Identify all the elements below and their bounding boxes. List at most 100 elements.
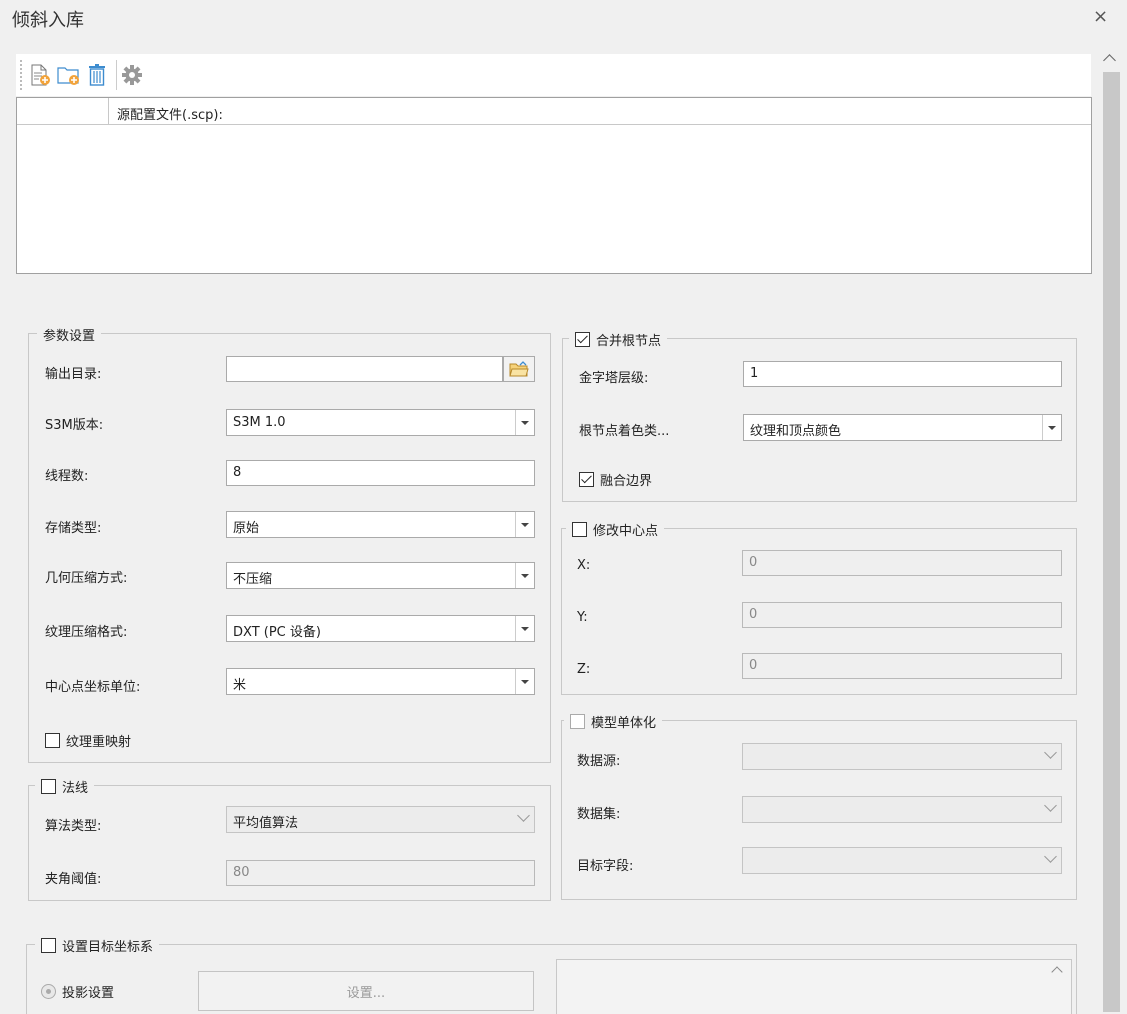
- projection-radio[interactable]: [41, 984, 56, 999]
- chevron-down-icon: [1044, 746, 1057, 759]
- geo-compress-select[interactable]: 不压缩: [226, 562, 535, 589]
- center-unit-select[interactable]: 米: [226, 668, 535, 695]
- add-folder-icon[interactable]: [57, 64, 81, 86]
- storage-type-select[interactable]: 原始: [226, 511, 535, 538]
- normal-group: 法线 算法类型: 平均值算法 夹角阈值: 80: [28, 777, 551, 901]
- chevron-down-icon: [1044, 799, 1057, 812]
- normal-checkbox[interactable]: [41, 778, 56, 794]
- output-dir-input[interactable]: [226, 356, 503, 382]
- chevron-down-icon: [515, 563, 534, 588]
- center-unit-label: 中心点坐标单位:: [45, 680, 141, 695]
- threads-input[interactable]: 8: [226, 460, 535, 486]
- tex-remap-option[interactable]: 纹理重映射: [45, 731, 131, 750]
- coord-setup-button[interactable]: 设置...: [198, 971, 534, 1011]
- coord-checkbox[interactable]: [41, 937, 56, 953]
- root-color-value: 纹理和顶点颜色: [750, 424, 842, 439]
- target-field-select[interactable]: [742, 847, 1062, 874]
- projection-option[interactable]: 投影设置: [41, 982, 114, 1001]
- toolbar-grip: [20, 60, 22, 90]
- pyramid-level-label: 金字塔层级:: [579, 371, 649, 386]
- z-input[interactable]: 0: [742, 653, 1062, 679]
- s3m-version-value: S3M 1.0: [233, 415, 286, 430]
- tex-compress-select[interactable]: DXT (PC 设备): [226, 615, 535, 642]
- s3m-version-select[interactable]: S3M 1.0: [226, 409, 535, 436]
- tex-remap-checkbox[interactable]: [45, 733, 60, 748]
- y-label: Y:: [577, 610, 588, 625]
- datasource-label: 数据源:: [577, 754, 621, 769]
- model-legend-label: 模型单体化: [591, 715, 657, 731]
- model-group: 模型单体化 数据源: 数据集: 目标字段:: [561, 712, 1077, 900]
- center-unit-value: 米: [233, 678, 247, 693]
- angle-threshold-label: 夹角阈值:: [45, 872, 102, 887]
- delete-icon[interactable]: [86, 64, 110, 86]
- storage-type-value: 原始: [233, 521, 260, 536]
- params-legend: 参数设置: [37, 325, 102, 344]
- tex-compress-value: DXT (PC 设备): [233, 625, 321, 640]
- coord-group: 设置目标坐标系 投影设置 设置...: [26, 936, 1077, 1014]
- coord-legend[interactable]: 设置目标坐标系: [35, 936, 160, 955]
- merge-root-checkbox[interactable]: [575, 331, 590, 347]
- table-header-scp: 源配置文件(.scp):: [117, 108, 223, 123]
- root-color-select[interactable]: 纹理和顶点颜色: [743, 414, 1062, 441]
- merge-root-legend[interactable]: 合并根节点: [569, 330, 668, 349]
- chevron-down-icon: [515, 616, 534, 641]
- vertical-scrollbar[interactable]: [1100, 50, 1122, 1014]
- output-dir-label: 输出目录:: [45, 367, 102, 382]
- model-checkbox[interactable]: [570, 713, 585, 729]
- chevron-up-icon[interactable]: [1051, 966, 1063, 978]
- y-input[interactable]: 0: [742, 602, 1062, 628]
- center-group: 修改中心点 X: 0 Y: 0 Z: 0: [561, 520, 1077, 695]
- datasource-select[interactable]: [742, 743, 1062, 770]
- angle-threshold-input[interactable]: 80: [226, 860, 535, 886]
- params-group: 参数设置 输出目录: S3M版本: S3M 1.0 线程数: 8 存储类型: 原…: [28, 325, 551, 763]
- normal-legend-label: 法线: [62, 780, 89, 796]
- chevron-down-icon: [515, 512, 534, 537]
- geo-compress-label: 几何压缩方式:: [45, 571, 128, 586]
- threads-label: 线程数:: [45, 469, 89, 484]
- merge-root-group: 合并根节点 金字塔层级: 1 根节点着色类... 纹理和顶点颜色 融合边界: [562, 330, 1077, 502]
- coord-legend-label: 设置目标坐标系: [62, 939, 154, 955]
- close-icon[interactable]: ×: [1093, 6, 1108, 27]
- pyramid-level-input[interactable]: 1: [743, 361, 1062, 387]
- toolbar: [16, 54, 1091, 96]
- dataset-select[interactable]: [742, 796, 1062, 823]
- window-title: 倾斜入库: [12, 10, 84, 31]
- algo-type-value: 平均值算法: [233, 816, 299, 831]
- x-label: X:: [577, 558, 591, 573]
- model-legend[interactable]: 模型单体化: [564, 712, 663, 731]
- target-field-label: 目标字段:: [577, 859, 634, 874]
- center-checkbox[interactable]: [572, 521, 587, 537]
- source-config-table[interactable]: 源配置文件(.scp):: [16, 97, 1092, 274]
- toolbar-separator: [116, 60, 117, 90]
- table-header-cell-0: [17, 98, 109, 124]
- chevron-down-icon: [515, 410, 534, 435]
- center-legend-label: 修改中心点: [593, 523, 659, 539]
- dataset-label: 数据集:: [577, 807, 621, 822]
- merge-root-legend-label: 合并根节点: [596, 333, 662, 349]
- root-color-label: 根节点着色类...: [579, 424, 670, 439]
- scroll-up-icon[interactable]: [1103, 54, 1116, 67]
- coord-info-panel: [556, 959, 1072, 1014]
- storage-type-label: 存储类型:: [45, 521, 102, 536]
- scrollbar-thumb[interactable]: [1103, 72, 1120, 1012]
- z-label: Z:: [577, 662, 591, 677]
- center-legend[interactable]: 修改中心点: [566, 520, 665, 539]
- algo-type-select[interactable]: 平均值算法: [226, 806, 535, 833]
- chevron-down-icon: [517, 809, 530, 822]
- blend-border-option[interactable]: 融合边界: [579, 470, 652, 489]
- settings-icon[interactable]: [121, 64, 145, 86]
- normal-legend[interactable]: 法线: [35, 777, 95, 796]
- tex-compress-label: 纹理压缩格式:: [45, 625, 128, 640]
- tex-remap-label: 纹理重映射: [66, 735, 132, 750]
- x-input[interactable]: 0: [742, 550, 1062, 576]
- chevron-down-icon: [1044, 850, 1057, 863]
- browse-folder-button[interactable]: [503, 356, 535, 382]
- add-file-icon[interactable]: [28, 64, 52, 86]
- blend-border-checkbox[interactable]: [579, 472, 594, 487]
- open-folder-icon: [509, 361, 529, 377]
- s3m-version-label: S3M版本:: [45, 418, 104, 433]
- blend-border-label: 融合边界: [600, 474, 653, 489]
- chevron-down-icon: [515, 669, 534, 694]
- algo-type-label: 算法类型:: [45, 819, 102, 834]
- projection-label: 投影设置: [62, 986, 115, 1001]
